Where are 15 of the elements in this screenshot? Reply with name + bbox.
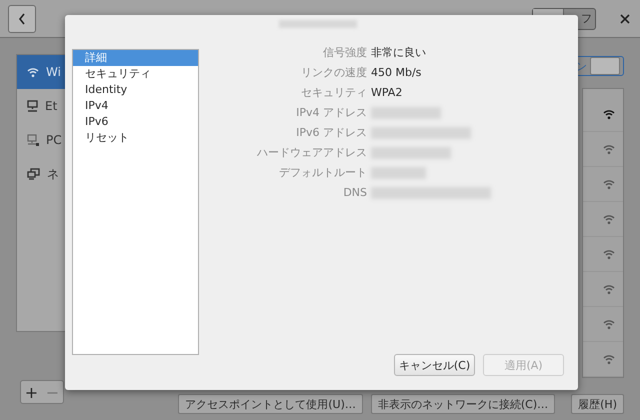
sidebar-item-label: PC bbox=[46, 133, 62, 147]
detail-label: セキュリティ bbox=[301, 85, 367, 101]
detail-label: DNS bbox=[343, 185, 367, 201]
detail-label: ハードウェアアドレス bbox=[257, 145, 367, 161]
sidebar-item-label: Wi bbox=[46, 65, 61, 79]
detail-label: デフォルトルート bbox=[279, 165, 367, 181]
detail-label: IPv4 アドレス bbox=[296, 105, 367, 121]
sidebar-item-label: Et bbox=[45, 99, 58, 113]
sidebar-item-label: ネ bbox=[47, 166, 59, 182]
detail-label: 信号強度 bbox=[323, 45, 367, 61]
detail-label: IPv6 アドレス bbox=[296, 125, 367, 141]
detail-value: 非常に良い bbox=[371, 45, 426, 61]
detail-label: リンクの速度 bbox=[301, 65, 367, 81]
detail-value: WPA2 bbox=[371, 85, 402, 101]
detail-value: 450 Mb/s bbox=[371, 65, 422, 81]
